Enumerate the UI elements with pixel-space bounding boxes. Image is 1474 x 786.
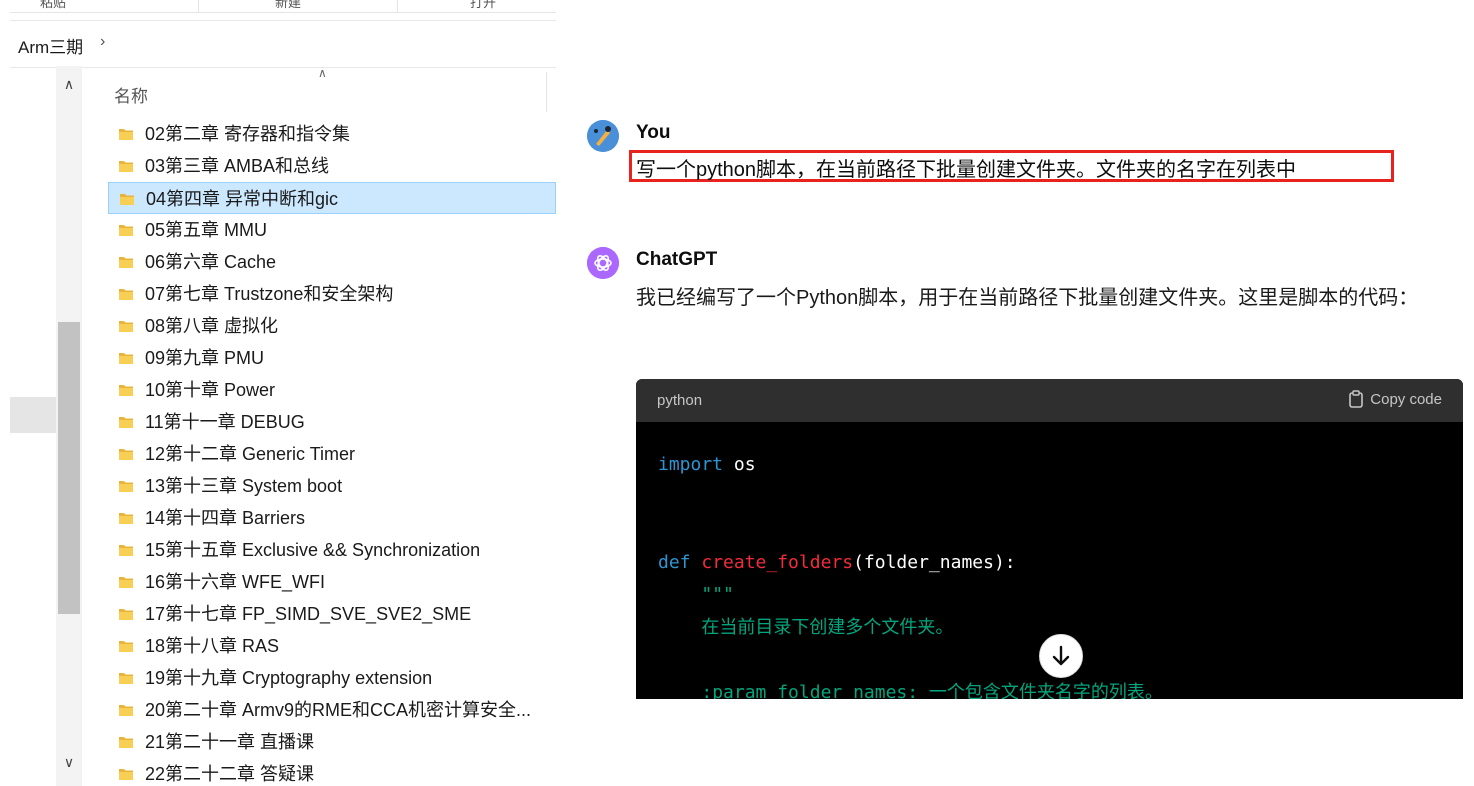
file-name: 07第七章 Trustzone和安全架构 bbox=[145, 284, 394, 304]
file-row[interactable]: 11第十一章 DEBUG bbox=[108, 406, 556, 438]
sort-caret-icon: ∧ bbox=[318, 66, 327, 80]
folder-icon bbox=[119, 353, 133, 364]
file-name: 14第十四章 Barriers bbox=[145, 508, 306, 528]
file-row[interactable]: 19第十九章 Cryptography extension bbox=[108, 662, 556, 694]
file-name: 10第十章 Power bbox=[145, 380, 276, 400]
file-name: 16第十六章 WFE_WFI bbox=[145, 572, 326, 592]
folder-icon bbox=[119, 129, 133, 140]
file-name: 05第五章 MMU bbox=[145, 220, 268, 240]
file-name: 22第二十二章 答疑课 bbox=[145, 764, 315, 784]
file-row[interactable]: 22第二十二章 答疑课 bbox=[108, 758, 556, 786]
folder-icon bbox=[120, 194, 134, 205]
file-row[interactable]: 07第七章 Trustzone和安全架构 bbox=[108, 278, 556, 310]
folder-icon bbox=[119, 769, 133, 780]
address-bar[interactable]: Arm三期 › bbox=[10, 20, 556, 68]
file-row[interactable]: 08第八章 虚拟化 bbox=[108, 310, 556, 342]
folder-icon bbox=[119, 609, 133, 620]
file-row[interactable]: 15第十五章 Exclusive && Synchronization bbox=[108, 534, 556, 566]
column-divider[interactable] bbox=[546, 72, 547, 112]
file-name: 03第三章 AMBA和总线 bbox=[145, 156, 330, 176]
scroll-up-icon[interactable]: ∧ bbox=[56, 76, 82, 96]
vertical-scrollbar[interactable]: ∧ ∨ bbox=[56, 66, 82, 786]
file-row[interactable]: 13第十三章 System boot bbox=[108, 470, 556, 502]
ribbon-open[interactable]: 打开 bbox=[470, 0, 496, 11]
assistant-message: 我已经编写了一个Python脚本，用于在当前路径下批量创建文件夹。这里是脚本的代… bbox=[636, 287, 1419, 309]
scroll-down-icon[interactable]: ∨ bbox=[56, 754, 82, 774]
column-header-name[interactable]: 名称 bbox=[114, 82, 148, 107]
file-name: 06第六章 Cache bbox=[145, 252, 277, 272]
file-row[interactable]: 02第二章 寄存器和指令集 bbox=[108, 118, 556, 150]
file-row[interactable]: 10第十章 Power bbox=[108, 374, 556, 406]
folder-icon bbox=[119, 289, 133, 300]
assistant-name: ChatGPT bbox=[636, 249, 718, 270]
file-name: 08第八章 虚拟化 bbox=[145, 316, 279, 336]
folder-icon bbox=[119, 417, 133, 428]
folder-icon bbox=[119, 673, 133, 684]
folder-icon bbox=[119, 641, 133, 652]
file-row[interactable]: 21第二十一章 直播课 bbox=[108, 726, 556, 758]
file-row[interactable]: 09第九章 PMU bbox=[108, 342, 556, 374]
explorer-ribbon: 粘贴 新建 打开 bbox=[10, 0, 556, 13]
file-name: 17第十七章 FP_SIMD_SVE_SVE2_SME bbox=[145, 604, 472, 624]
file-row[interactable]: 03第三章 AMBA和总线 bbox=[108, 150, 556, 182]
folder-icon bbox=[119, 449, 133, 460]
file-name: 18第十八章 RAS bbox=[145, 636, 280, 656]
scroll-to-bottom-button[interactable] bbox=[1039, 634, 1083, 678]
file-name: 15第十五章 Exclusive && Synchronization bbox=[145, 540, 481, 560]
file-name: 13第十三章 System boot bbox=[145, 476, 343, 496]
code-content: import os def create_folders(folder_name… bbox=[658, 454, 1163, 699]
file-name: 19第十九章 Cryptography extension bbox=[145, 668, 433, 688]
file-name: 20第二十章 Armv9的RME和CCA机密计算安全... bbox=[145, 700, 532, 720]
folder-icon bbox=[119, 513, 133, 524]
file-row[interactable]: 12第十二章 Generic Timer bbox=[108, 438, 556, 470]
copy-code-label: Copy code bbox=[1370, 390, 1442, 408]
folder-icon bbox=[119, 545, 133, 556]
breadcrumb[interactable]: Arm三期 bbox=[18, 33, 83, 58]
user-message: 写一个python脚本，在当前路径下批量创建文件夹。文件夹的名字在列表中 bbox=[636, 159, 1297, 181]
folder-icon bbox=[119, 705, 133, 716]
file-row[interactable]: 18第十八章 RAS bbox=[108, 630, 556, 662]
chevron-right-icon[interactable]: › bbox=[100, 33, 105, 51]
file-name: 09第九章 PMU bbox=[145, 348, 265, 368]
file-name: 21第二十一章 直播课 bbox=[145, 732, 315, 752]
file-name: 12第十二章 Generic Timer bbox=[145, 444, 356, 464]
folder-icon bbox=[119, 161, 133, 172]
arrow-down-icon bbox=[1052, 645, 1070, 666]
file-name: 04第四章 异常中断和gic bbox=[146, 189, 339, 209]
folder-icon bbox=[119, 737, 133, 748]
ribbon-paste[interactable]: 粘贴 bbox=[40, 0, 66, 11]
folder-icon bbox=[119, 481, 133, 492]
file-row[interactable]: 06第六章 Cache bbox=[108, 246, 556, 278]
file-row[interactable]: 17第十七章 FP_SIMD_SVE_SVE2_SME bbox=[108, 598, 556, 630]
folder-icon bbox=[119, 577, 133, 588]
folder-icon bbox=[119, 225, 133, 236]
ribbon-new[interactable]: 新建 bbox=[275, 0, 301, 11]
file-list: 02第二章 寄存器和指令集 03第三章 AMBA和总线 04第四章 异常中断和gic… bbox=[108, 118, 556, 786]
file-row[interactable]: 14第十四章 Barriers bbox=[108, 502, 556, 534]
clipboard-icon bbox=[1349, 390, 1364, 408]
openai-logo-icon bbox=[587, 247, 619, 279]
nav-pane-selection bbox=[10, 397, 56, 433]
file-name: 02第二章 寄存器和指令集 bbox=[145, 124, 351, 144]
file-row[interactable]: 05第五章 MMU bbox=[108, 214, 556, 246]
code-language: python bbox=[657, 392, 703, 409]
file-row[interactable]: 20第二十章 Armv9的RME和CCA机密计算安全... bbox=[108, 694, 556, 726]
folder-icon bbox=[119, 385, 133, 396]
user-name: You bbox=[636, 122, 671, 143]
copy-code-button[interactable]: Copy code bbox=[1348, 390, 1442, 408]
file-explorer: 粘贴 新建 打开 Arm三期 › ∧ ∨ ∧ 名称 02第二章 寄存器和指令集 0… bbox=[0, 0, 556, 786]
folder-icon bbox=[119, 321, 133, 332]
code-header: python Copy code bbox=[636, 379, 1463, 422]
file-row[interactable]: 04第四章 异常中断和gic bbox=[108, 182, 556, 214]
folder-icon bbox=[119, 257, 133, 268]
scrollbar-thumb[interactable] bbox=[58, 322, 80, 614]
user-avatar bbox=[587, 120, 619, 152]
file-name: 11第十一章 DEBUG bbox=[145, 412, 305, 432]
file-row[interactable]: 16第十六章 WFE_WFI bbox=[108, 566, 556, 598]
